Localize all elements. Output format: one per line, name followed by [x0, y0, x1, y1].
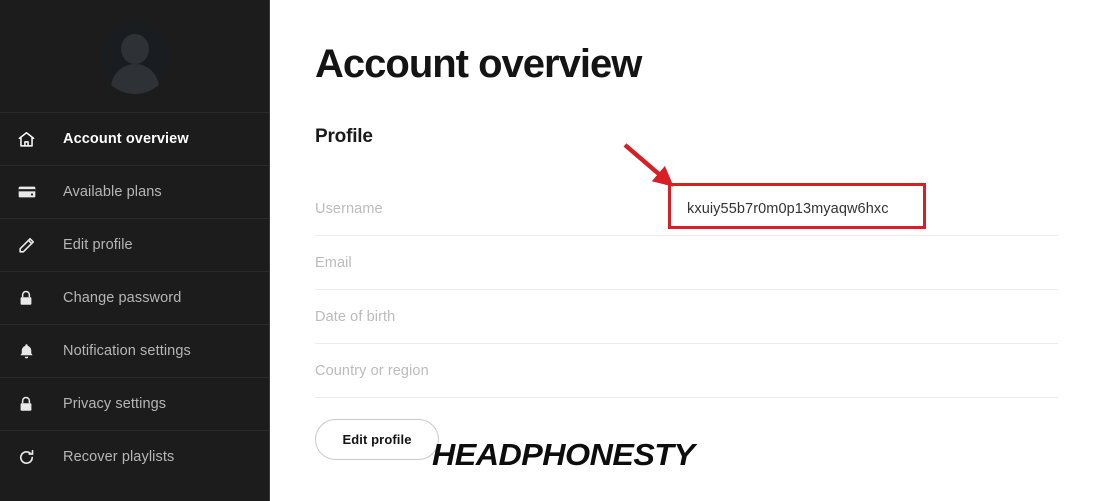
sidebar-item-label: Available plans	[63, 184, 162, 200]
sidebar-nav: Account overview Available plans Edit pr…	[0, 112, 269, 483]
user-avatar[interactable]	[98, 22, 171, 94]
form-row-username[interactable]: Username kxuiy55b7r0m0p13myaqw6hxc	[315, 182, 1058, 236]
sidebar-item-privacy-settings[interactable]: Privacy settings	[0, 377, 269, 430]
credit-card-icon	[17, 182, 47, 202]
home-icon	[17, 130, 47, 149]
sidebar-item-account-overview[interactable]: Account overview	[0, 112, 269, 165]
sidebar-item-edit-profile[interactable]: Edit profile	[0, 218, 269, 271]
sidebar-item-recover-playlists[interactable]: Recover playlists	[0, 430, 269, 483]
form-row-country-or-region[interactable]: Country or region	[315, 344, 1058, 398]
sidebar-item-label: Notification settings	[63, 343, 191, 359]
page-title: Account overview	[315, 42, 642, 86]
refresh-icon	[17, 448, 47, 467]
country-or-region-label: Country or region	[315, 362, 429, 379]
bell-icon	[17, 342, 47, 361]
main-content: Account overview Profile Username kxuiy5…	[270, 0, 1100, 501]
sidebar-item-change-password[interactable]: Change password	[0, 271, 269, 324]
sidebar-item-label: Account overview	[63, 131, 189, 147]
section-title-profile: Profile	[315, 126, 373, 147]
sidebar-item-notification-settings[interactable]: Notification settings	[0, 324, 269, 377]
form-row-date-of-birth[interactable]: Date of birth	[315, 290, 1058, 344]
sidebar: Account overview Available plans Edit pr…	[0, 0, 270, 501]
account-overview-page: Account overview Available plans Edit pr…	[0, 0, 1100, 501]
lock-icon	[17, 395, 47, 413]
avatar-block	[0, 0, 269, 112]
username-label: Username	[315, 200, 383, 217]
sidebar-item-label: Change password	[63, 290, 182, 306]
profile-form: Username kxuiy55b7r0m0p13myaqw6hxc Email…	[315, 182, 1058, 398]
date-of-birth-label: Date of birth	[315, 308, 396, 325]
sidebar-item-label: Edit profile	[63, 237, 133, 253]
email-label: Email	[315, 254, 352, 271]
sidebar-item-available-plans[interactable]: Available plans	[0, 165, 269, 218]
headphonesty-watermark: HEADPHONESTY	[432, 437, 695, 472]
lock-icon	[17, 289, 47, 307]
sidebar-item-label: Recover playlists	[63, 449, 175, 465]
sidebar-item-label: Privacy settings	[63, 396, 167, 412]
form-row-email[interactable]: Email	[315, 236, 1058, 290]
username-value: kxuiy55b7r0m0p13myaqw6hxc	[687, 200, 889, 217]
edit-profile-button[interactable]: Edit profile	[315, 419, 439, 460]
pencil-icon	[17, 236, 47, 255]
